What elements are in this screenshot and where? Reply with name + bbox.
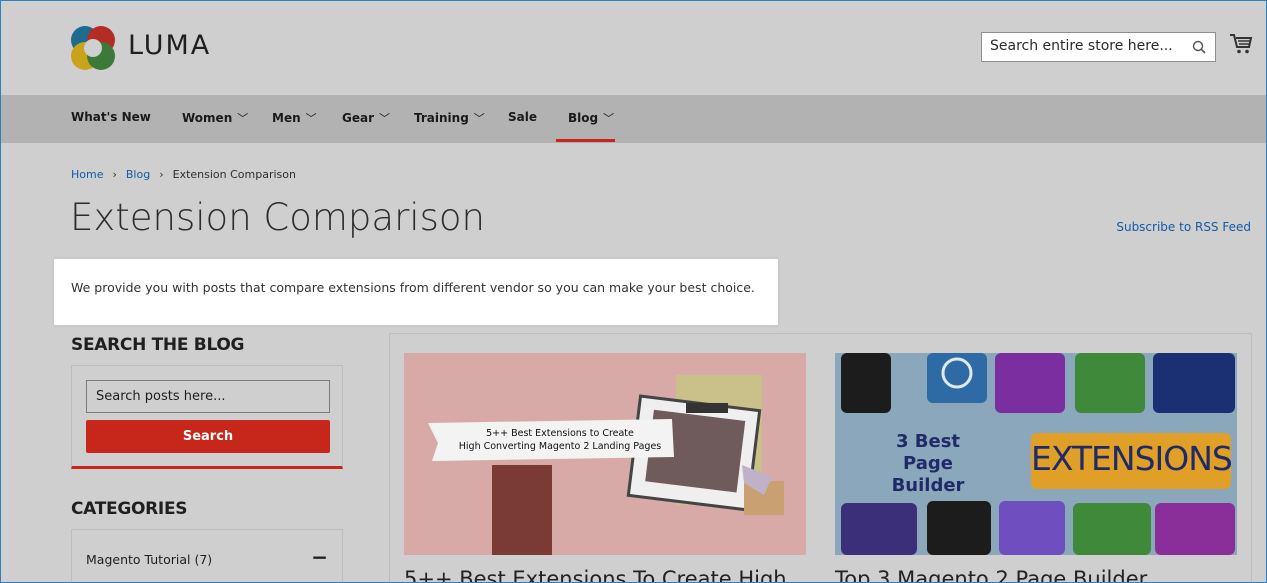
site-header: LUMA Search entire store here... [1,1,1266,95]
categories-panel: Magento Tutorial (7) − [71,529,343,582]
post-thumbnail-text: Page Builder [891,453,965,496]
brand-name[interactable]: LUMA [128,30,211,61]
nav-item-sale[interactable]: Sale [508,110,537,124]
nav-label: Gear [342,111,375,125]
nav-label: Training [414,111,469,125]
post-thumbnail[interactable]: 3 Best Page Builder EXTENSIONS [835,353,1237,555]
post-thumbnail-art [428,375,784,555]
chevron-down-icon: ﹀ [603,112,615,125]
collapse-toggle[interactable]: − [311,545,328,569]
blog-search-placeholder: Search posts here... [96,389,226,404]
post-title[interactable]: Top 3 Magento 2 Page Builder [835,567,1147,582]
post-thumbnail-text: High Converting Magento 2 Landing Pages [458,441,662,452]
chevron-down-icon: ﹀ [237,112,249,125]
page-frame: LUMA Search entire store here... What's … [0,0,1267,583]
chevron-down-icon: ﹀ [473,112,485,125]
nav-item-training[interactable]: Training ﹀ [414,110,485,126]
chevron-down-icon: ﹀ [305,112,317,125]
nav-item-whats-new[interactable]: What's New [71,110,151,124]
category-description: We provide you with posts that compare e… [54,259,778,325]
post-thumbnail-text: 3 Best [895,431,961,452]
post-thumbnail-text: 5++ Best Extensions to Create [486,428,634,439]
category-item[interactable]: Magento Tutorial (7) [86,552,212,567]
post-thumbnail[interactable]: 5++ Best Extensions to Create High Conve… [404,353,806,555]
nav-label: Sale [508,110,537,124]
breadcrumb-current: Extension Comparison [172,168,296,181]
nav-label: Men [272,111,301,125]
categories-title: CATEGORIES [71,499,188,519]
breadcrumb-separator: › [112,168,117,181]
breadcrumb-blog[interactable]: Blog [126,168,150,181]
nav-item-women[interactable]: Women ﹀ [182,110,248,126]
blog-search-input[interactable]: Search posts here... [86,380,330,413]
nav-item-men[interactable]: Men ﹀ [272,110,317,126]
search-icon[interactable] [1192,40,1206,54]
cart-icon[interactable] [1229,33,1253,55]
rss-feed-link[interactable]: Subscribe to RSS Feed [1116,220,1251,234]
luma-logo-icon[interactable] [70,25,116,71]
nav-item-blog[interactable]: Blog ﹀ [568,110,614,126]
store-search-placeholder: Search entire store here... [990,38,1173,54]
nav-active-indicator [556,139,615,142]
post-title[interactable]: 5++ Best Extensions To Create High [404,567,787,582]
store-search-input[interactable]: Search entire store here... [981,32,1216,62]
nav-label: Blog [568,111,599,125]
search-blog-title: SEARCH THE BLOG [71,335,245,355]
category-description-text: We provide you with posts that compare e… [71,280,755,295]
blog-search-panel: Search posts here... Search [71,365,343,469]
breadcrumb-home[interactable]: Home [71,168,103,181]
blog-search-button[interactable]: Search [86,420,330,453]
nav-item-gear[interactable]: Gear ﹀ [342,110,390,126]
page-title: Extension Comparison [70,196,485,239]
nav-label: Women [182,111,233,125]
breadcrumb-separator: › [159,168,164,181]
nav-label: What's New [71,110,151,124]
chevron-down-icon: ﹀ [379,112,391,125]
main-navigation: What's New Women ﹀ Men ﹀ Gear ﹀ Training ﹀ S… [1,95,1266,143]
breadcrumb: Home › Blog › Extension Comparison [71,168,296,181]
post-thumbnail-text: EXTENSIONS [1031,439,1233,478]
